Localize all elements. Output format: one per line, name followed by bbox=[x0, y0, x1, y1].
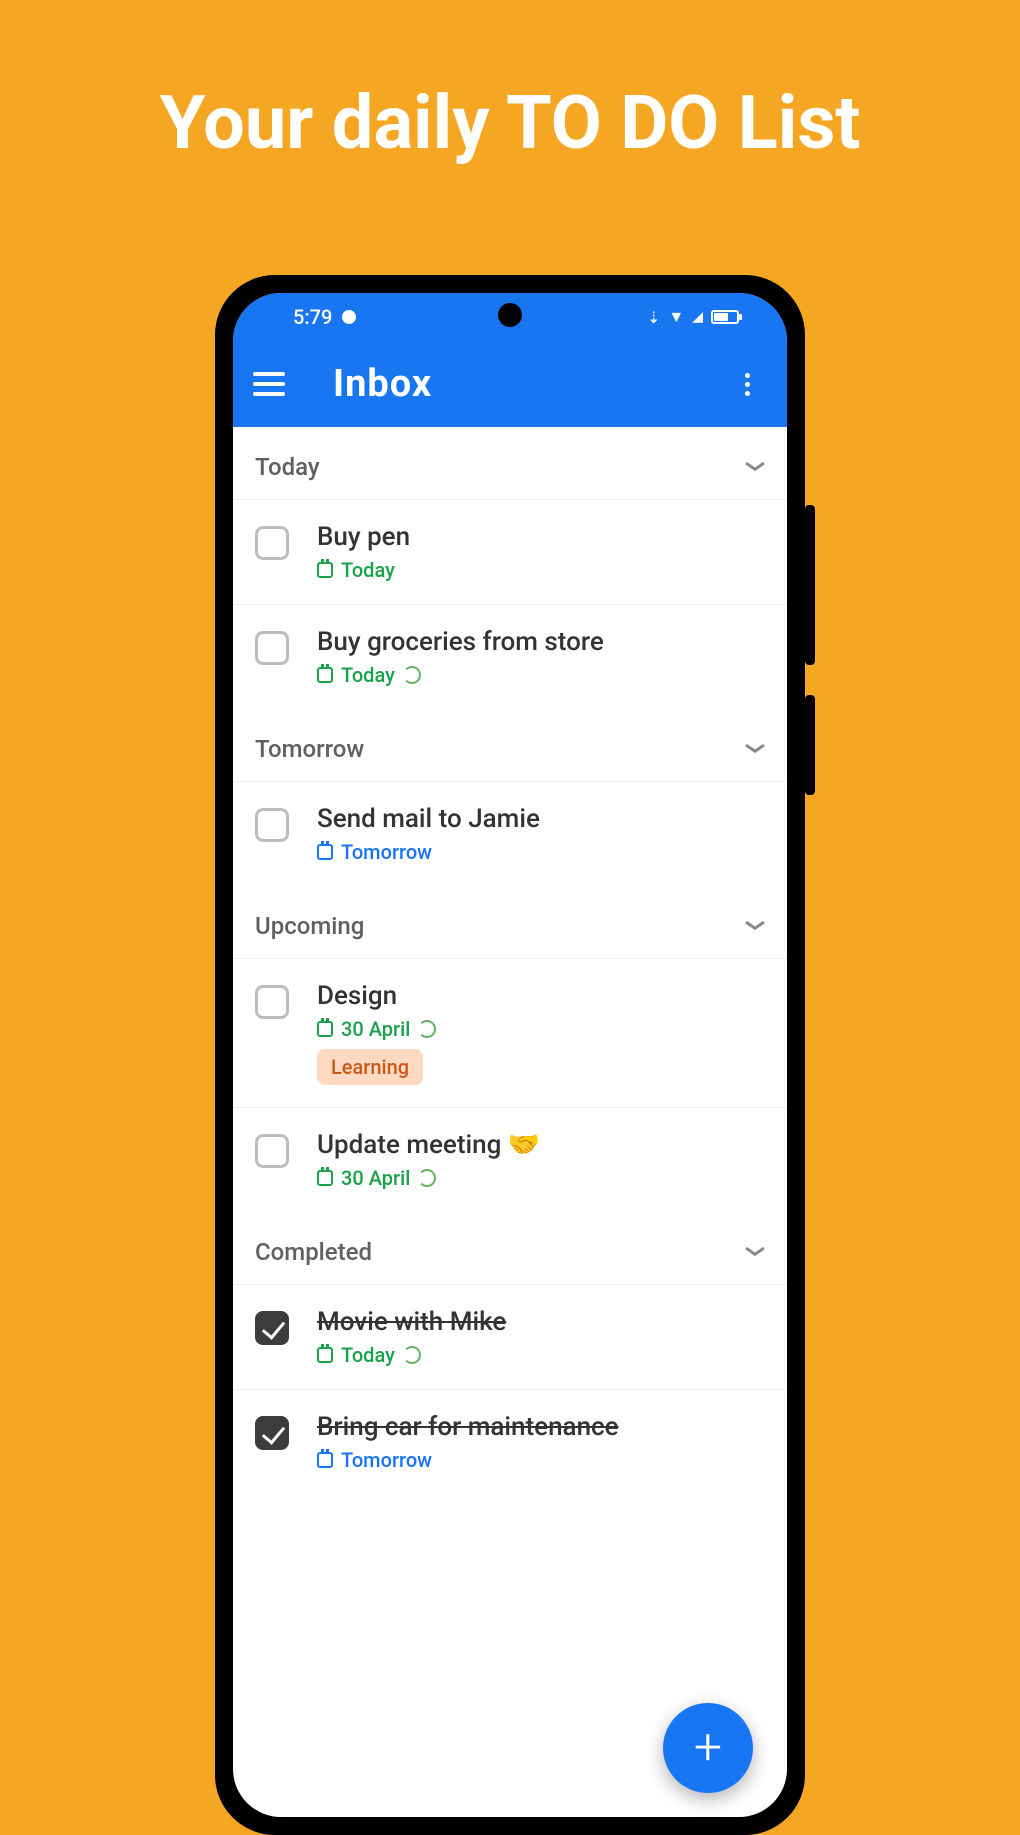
phone-side-buttons bbox=[805, 505, 815, 825]
repeat-icon bbox=[418, 1020, 436, 1038]
task-meta: Tomorrow bbox=[317, 1448, 765, 1472]
task-row[interactable]: Update meeting 🤝 30 April bbox=[233, 1107, 787, 1212]
task-title: Movie with Mike bbox=[317, 1307, 765, 1337]
task-title: Update meeting 🤝 bbox=[317, 1130, 765, 1160]
calendar-icon bbox=[317, 1021, 333, 1037]
task-checkbox[interactable] bbox=[255, 631, 289, 665]
task-checkbox[interactable] bbox=[255, 808, 289, 842]
section-label: Upcoming bbox=[255, 912, 364, 940]
section-header-today[interactable]: Today bbox=[233, 427, 787, 499]
task-meta: Today bbox=[317, 558, 765, 582]
chevron-down-icon bbox=[745, 461, 765, 473]
chevron-down-icon bbox=[745, 743, 765, 755]
calendar-icon bbox=[317, 1347, 333, 1363]
calendar-icon bbox=[317, 844, 333, 860]
phone-frame: 5:79 ⇣ ▼ ◢ Inbox Today bbox=[215, 275, 805, 1835]
task-meta: Tomorrow bbox=[317, 840, 765, 864]
task-meta: 30 April bbox=[317, 1017, 765, 1041]
task-checkbox[interactable] bbox=[255, 985, 289, 1019]
task-row[interactable]: Send mail to Jamie Tomorrow bbox=[233, 781, 787, 886]
chevron-down-icon bbox=[745, 920, 765, 932]
menu-icon[interactable] bbox=[253, 364, 293, 404]
status-time: 5:79 bbox=[293, 305, 332, 329]
task-row[interactable]: Bring car for maintenance Tomorrow bbox=[233, 1389, 787, 1494]
task-row[interactable]: Movie with Mike Today bbox=[233, 1284, 787, 1389]
task-list: Today Buy pen Today Buy groceries from s… bbox=[233, 427, 787, 1494]
task-checkbox[interactable] bbox=[255, 526, 289, 560]
section-header-completed[interactable]: Completed bbox=[233, 1212, 787, 1284]
task-row[interactable]: Buy pen Today bbox=[233, 499, 787, 604]
section-header-upcoming[interactable]: Upcoming bbox=[233, 886, 787, 958]
status-app-icon bbox=[342, 310, 356, 324]
repeat-icon bbox=[403, 1346, 421, 1364]
repeat-icon bbox=[418, 1169, 436, 1187]
task-meta: Today bbox=[317, 663, 765, 687]
calendar-icon bbox=[317, 562, 333, 578]
task-row[interactable]: Design 30 April Learning bbox=[233, 958, 787, 1107]
task-title: Buy pen bbox=[317, 522, 765, 552]
add-task-button[interactable]: + bbox=[663, 1703, 753, 1793]
battery-icon bbox=[711, 310, 739, 324]
task-title: Bring car for maintenance bbox=[317, 1412, 765, 1442]
task-title: Design bbox=[317, 981, 765, 1011]
promo-title: Your daily TO DO List bbox=[0, 0, 1020, 167]
task-checkbox-checked[interactable] bbox=[255, 1311, 289, 1345]
task-title: Buy groceries from store bbox=[317, 627, 765, 657]
task-checkbox[interactable] bbox=[255, 1134, 289, 1168]
calendar-icon bbox=[317, 1170, 333, 1186]
repeat-icon bbox=[403, 666, 421, 684]
app-bar: Inbox bbox=[233, 341, 787, 427]
calendar-icon bbox=[317, 1452, 333, 1468]
page-title: Inbox bbox=[333, 362, 727, 406]
task-title: Send mail to Jamie bbox=[317, 804, 765, 834]
task-meta: 30 April bbox=[317, 1166, 765, 1190]
section-label: Tomorrow bbox=[255, 735, 364, 763]
section-label: Completed bbox=[255, 1238, 372, 1266]
section-header-tomorrow[interactable]: Tomorrow bbox=[233, 709, 787, 781]
task-row[interactable]: Buy groceries from store Today bbox=[233, 604, 787, 709]
camera-hole-icon bbox=[498, 303, 522, 327]
chevron-down-icon bbox=[745, 1246, 765, 1258]
calendar-icon bbox=[317, 667, 333, 683]
task-checkbox-checked[interactable] bbox=[255, 1416, 289, 1450]
wifi-icon: ▼ bbox=[668, 307, 684, 327]
signal-icon: ◢ bbox=[692, 309, 703, 325]
screen: 5:79 ⇣ ▼ ◢ Inbox Today bbox=[233, 293, 787, 1817]
task-tag[interactable]: Learning bbox=[317, 1049, 423, 1085]
task-meta: Today bbox=[317, 1343, 765, 1367]
more-icon[interactable] bbox=[727, 364, 767, 404]
section-label: Today bbox=[255, 453, 320, 481]
download-icon: ⇣ bbox=[647, 308, 660, 327]
